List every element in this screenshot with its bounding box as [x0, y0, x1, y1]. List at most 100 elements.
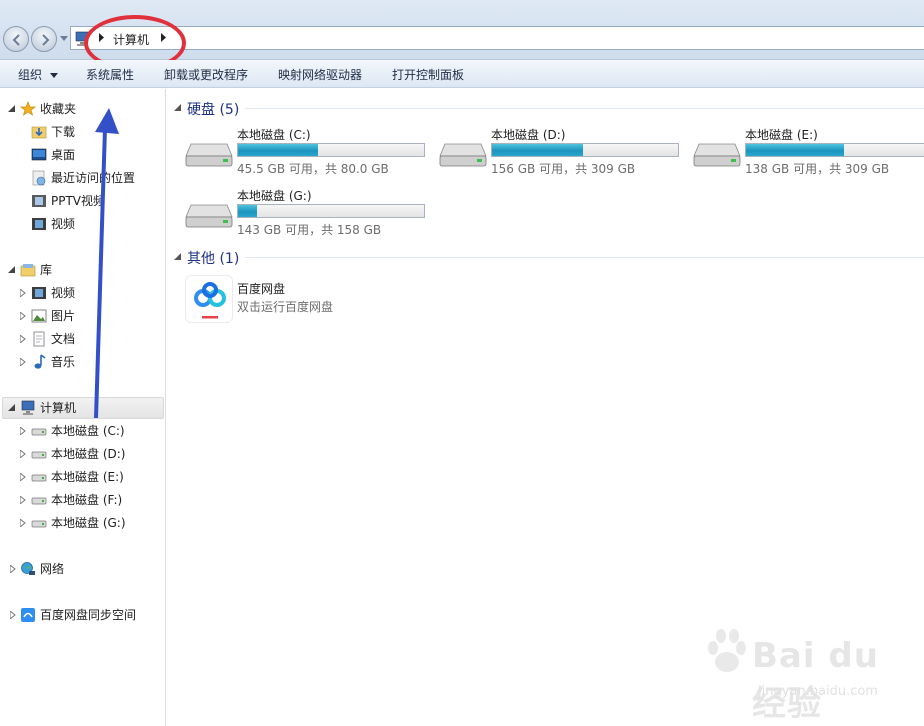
sidebar-item-label: 视频	[51, 217, 76, 231]
video-folder-icon	[32, 195, 46, 207]
star-icon	[20, 101, 36, 116]
baidu-netdisk-icon	[185, 275, 233, 323]
back-button[interactable]	[3, 26, 29, 52]
baidu-jingyan-watermark: Bai du 经验 jingyan.baidu.com	[700, 620, 910, 724]
computer-icon	[21, 400, 35, 415]
hard-drive-icon	[185, 204, 233, 228]
recent-pages-dropdown-icon[interactable]	[60, 36, 68, 42]
back-arrow-icon	[12, 34, 20, 46]
desktop-icon	[31, 148, 47, 161]
forward-button[interactable]	[31, 26, 57, 52]
drive-space-info: 156 GB 可用，共 309 GB	[491, 162, 636, 176]
drive-usage-bar	[745, 143, 924, 157]
drive-name: 本地磁盘 (E:)	[745, 128, 818, 142]
watermark-url: jingyan.baidu.com	[758, 684, 878, 699]
sidebar-item-label: 文档	[51, 332, 76, 346]
collapse-arrow-icon[interactable]	[174, 253, 181, 260]
address-bar-area: 计算机	[0, 0, 924, 71]
sidebar-item-label: PPTV视频	[51, 194, 106, 208]
network-globe-icon	[21, 562, 35, 575]
group-header-hard-drives[interactable]: 硬盘 (5)	[167, 98, 924, 118]
drive-usage-fill	[492, 144, 584, 156]
expand-arrow-icon[interactable]	[20, 519, 27, 527]
address-field[interactable]: 计算机	[70, 26, 924, 50]
sidebar-baidu-sync-label: 百度网盘同步空间	[40, 608, 137, 622]
navigation-pane[interactable]: 收藏夹 下载 桌面 最近访问的位置 PPTV视频 视频 库 视频 图片 文档 音…	[0, 89, 166, 726]
expand-arrow-icon[interactable]	[20, 335, 27, 343]
drive-space-info: 45.5 GB 可用，共 80.0 GB	[237, 162, 389, 176]
film-icon	[32, 218, 46, 230]
collapse-arrow-icon[interactable]	[8, 105, 15, 113]
sidebar-network-label: 网络	[40, 562, 65, 576]
group-title: 其他 (1)	[187, 251, 240, 267]
drive-tile-c[interactable]: 本地磁盘 (C:) 45.5 GB 可用，共 80.0 GB	[185, 126, 435, 182]
drive-tile-d[interactable]: 本地磁盘 (D:) 156 GB 可用，共 309 GB	[439, 126, 689, 182]
drive-usage-fill	[238, 205, 257, 217]
uninstall-program-button[interactable]: 卸载或更改程序	[164, 66, 248, 83]
sidebar-item-label: 本地磁盘 (D:)	[51, 447, 126, 461]
expand-arrow-icon[interactable]	[20, 473, 27, 481]
drive-usage-bar	[237, 204, 425, 218]
sidebar-libraries-label: 库	[40, 263, 53, 277]
sidebar-item-label: 本地磁盘 (F:)	[51, 493, 123, 507]
hard-drive-icon	[31, 451, 47, 459]
drive-usage-fill	[746, 144, 844, 156]
organize-label: 组织	[18, 68, 43, 82]
sidebar-item-label: 图片	[51, 309, 76, 323]
app-tile-baidu-netdisk[interactable]: 百度网盘 双击运行百度网盘	[185, 275, 435, 325]
hard-drive-icon	[31, 474, 47, 482]
system-properties-button[interactable]: 系统属性	[86, 66, 134, 83]
sidebar-favorites-label: 收藏夹	[40, 102, 77, 116]
open-control-panel-button[interactable]: 打开控制面板	[392, 66, 464, 83]
collapse-arrow-icon[interactable]	[174, 104, 181, 111]
drive-tile-e[interactable]: 本地磁盘 (E:) 138 GB 可用，共 309 GB	[693, 126, 924, 182]
drive-name: 本地磁盘 (G:)	[237, 189, 312, 203]
baidu-netdisk-icon	[21, 608, 35, 622]
group-divider	[245, 108, 924, 109]
chevron-down-icon	[49, 72, 58, 78]
expand-arrow-icon[interactable]	[10, 565, 17, 573]
group-header-other[interactable]: 其他 (1)	[167, 247, 924, 267]
sidebar-item-label: 本地磁盘 (E:)	[51, 470, 124, 484]
drive-space-info: 143 GB 可用，共 158 GB	[237, 223, 382, 237]
map-network-drive-button[interactable]: 映射网络驱动器	[278, 66, 362, 83]
expand-arrow-icon[interactable]	[20, 312, 27, 320]
drive-name: 本地磁盘 (D:)	[491, 128, 566, 142]
drive-tile-g[interactable]: 本地磁盘 (G:) 143 GB 可用，共 158 GB	[185, 187, 435, 243]
hard-drive-icon	[693, 143, 741, 167]
expand-arrow-icon[interactable]	[10, 611, 17, 619]
organize-button[interactable]: 组织	[18, 66, 58, 83]
drive-space-info: 138 GB 可用，共 309 GB	[745, 162, 890, 176]
sidebar-computer-label: 计算机	[40, 401, 77, 415]
forward-arrow-icon	[42, 34, 50, 46]
sidebar-item-label: 本地磁盘 (G:)	[51, 516, 126, 530]
group-divider	[245, 257, 924, 258]
hard-drive-icon	[439, 143, 487, 167]
app-description: 双击运行百度网盘	[237, 300, 334, 314]
drive-usage-fill	[238, 144, 318, 156]
expand-arrow-icon[interactable]	[20, 427, 27, 435]
sidebar-item-label: 桌面	[51, 148, 76, 162]
command-bar: 组织 系统属性 卸载或更改程序 映射网络驱动器 打开控制面板	[0, 60, 924, 88]
sidebar-item-label: 视频	[51, 286, 76, 300]
drive-name: 本地磁盘 (C:)	[237, 128, 311, 142]
downloads-folder-icon	[31, 126, 47, 139]
drive-usage-bar	[491, 143, 679, 157]
document-icon	[33, 331, 45, 347]
collapse-arrow-icon[interactable]	[8, 266, 15, 274]
expand-arrow-icon[interactable]	[20, 496, 27, 504]
hard-drive-icon	[31, 520, 47, 528]
music-note-icon	[34, 354, 46, 369]
hard-drive-icon	[31, 428, 47, 436]
expand-arrow-icon[interactable]	[20, 450, 27, 458]
library-icon	[20, 264, 36, 277]
drive-usage-bar	[237, 143, 425, 157]
picture-icon	[31, 309, 47, 323]
sidebar-item-label: 下载	[51, 125, 76, 139]
sidebar-item-label: 音乐	[51, 355, 76, 369]
expand-arrow-icon[interactable]	[20, 289, 27, 297]
sidebar-item-label: 本地磁盘 (C:)	[51, 424, 125, 438]
collapse-arrow-icon[interactable]	[8, 404, 15, 412]
hard-drive-icon	[31, 497, 47, 505]
expand-arrow-icon[interactable]	[20, 358, 27, 366]
